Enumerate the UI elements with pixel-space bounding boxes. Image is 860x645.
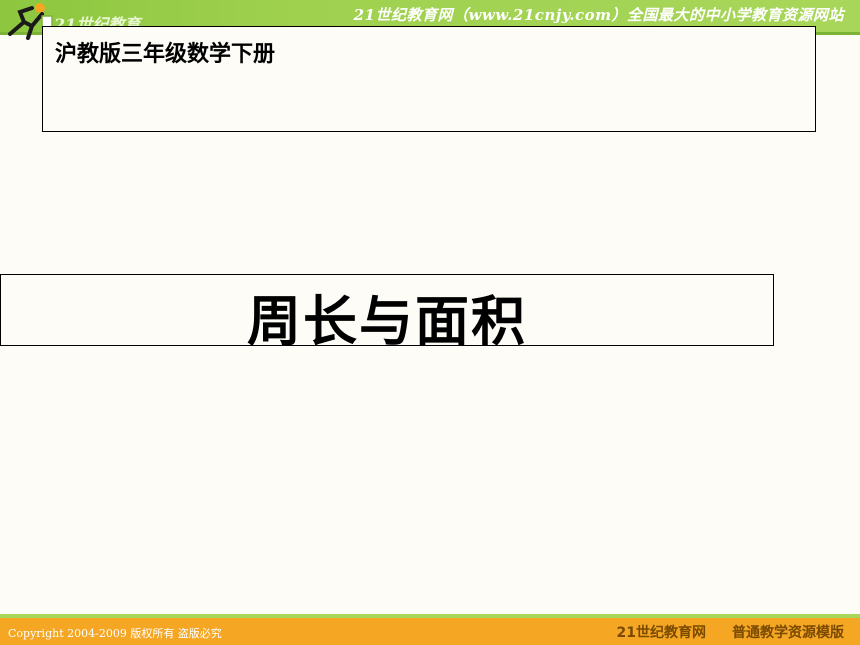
subtitle-box: 沪教版三年级数学下册 xyxy=(42,26,816,132)
slide-title: 周长与面积 xyxy=(247,290,527,353)
copyright-text: Copyright 2004-2009 版权所有 盗版必究 xyxy=(8,627,222,640)
banner-text: 21世纪教育网（www.21cnjy.com）全国最大的中小学教育资源网站 xyxy=(353,6,844,24)
footer-branding: 21世纪教育网 普通教学资源模版 xyxy=(591,622,844,642)
title-box: 周长与面积 xyxy=(0,274,774,353)
footer-site-name: 21世纪教育网 xyxy=(616,625,706,641)
slide-subtitle: 沪教版三年级数学下册 xyxy=(55,42,276,67)
footer-template-name: 普通教学资源模版 xyxy=(732,625,844,641)
footer-bar: Copyright 2004-2009 版权所有 盗版必究 21世纪教育网 普通教… xyxy=(0,618,860,645)
